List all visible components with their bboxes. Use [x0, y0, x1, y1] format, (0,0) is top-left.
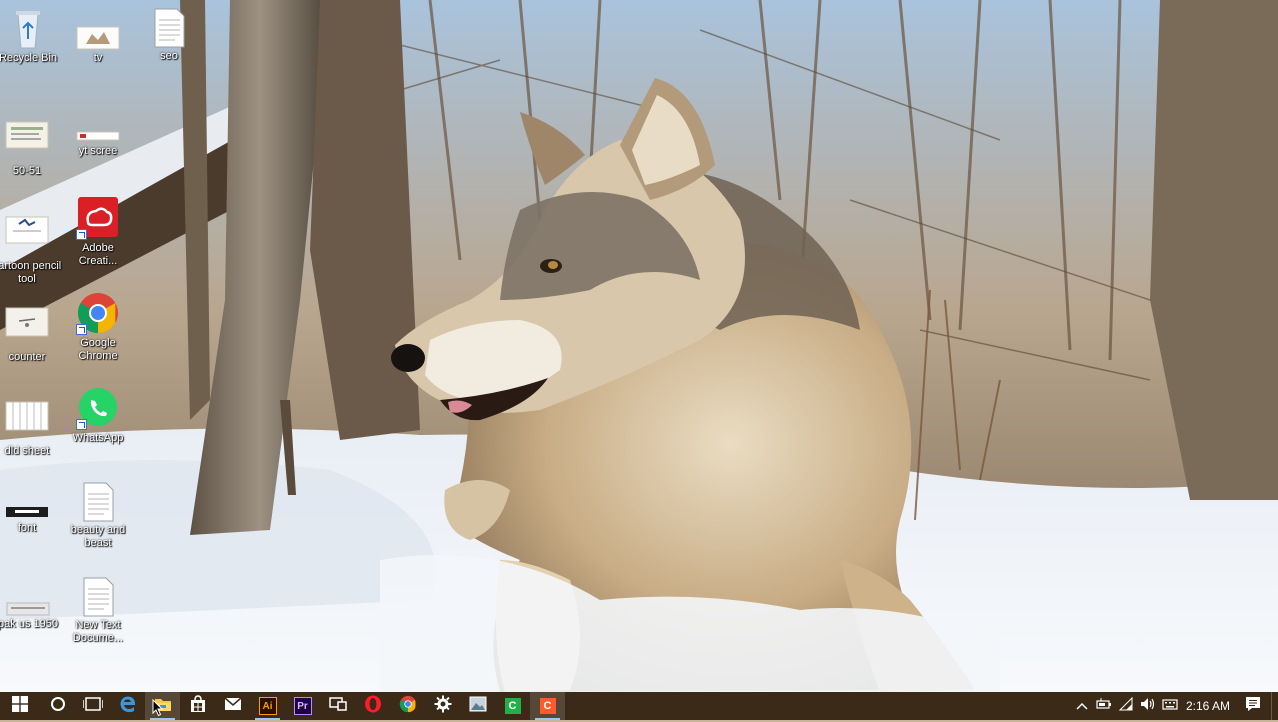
image-thumbnail-icon — [5, 506, 49, 520]
desktop-icon-counter[interactable]: counter — [0, 305, 63, 364]
taskbar-app-mail[interactable] — [215, 692, 250, 720]
desktop-icon-label: WhatsApp — [72, 432, 124, 444]
whatsapp-icon — [76, 386, 120, 430]
mouse-cursor — [152, 698, 164, 717]
desktop-icon-label: font — [17, 522, 37, 534]
desktop-wallpaper — [0, 0, 1278, 692]
windows-start-icon — [12, 695, 28, 717]
store-icon — [189, 694, 207, 718]
desktop-icon-yt-scree[interactable]: yt scree — [62, 131, 134, 158]
chevron-up-icon — [1076, 697, 1088, 715]
desktop-icon-label: pak us 1950 — [0, 618, 58, 630]
task-view-icon — [81, 696, 104, 716]
taskbar-app-store[interactable] — [180, 692, 215, 720]
chrome-icon — [76, 291, 120, 335]
battery-icon — [1096, 697, 1112, 715]
taskbar: Ai Pr C C 2:16 AM — [0, 692, 1278, 720]
taskbar-app-opera[interactable] — [355, 692, 390, 720]
mail-icon — [224, 696, 242, 716]
system-tray: 2:16 AM — [1071, 692, 1278, 720]
cortana-search-icon — [50, 696, 66, 717]
premiere-icon: Pr — [293, 697, 312, 715]
text-document-icon — [76, 577, 120, 617]
taskbar-app-connect[interactable] — [320, 692, 355, 720]
taskbar-app-edge[interactable] — [110, 692, 145, 720]
taskbar-app-camtasia-recorder[interactable]: C — [530, 692, 565, 720]
task-view-button[interactable] — [75, 692, 110, 720]
taskbar-clock[interactable]: 2:16 AM — [1181, 699, 1235, 713]
text-document-icon — [147, 8, 191, 48]
desktop-icon-label: counter — [8, 351, 46, 363]
desktop-icon-beauty-and-beast[interactable]: beauty and beast — [62, 482, 134, 550]
desktop-icon-50-51[interactable]: 50-51 — [0, 119, 63, 178]
camtasia-recorder-icon: C — [539, 698, 556, 714]
taskbar-app-camtasia[interactable]: C — [495, 692, 530, 720]
wifi-icon — [1118, 696, 1134, 716]
tray-battery-button[interactable] — [1093, 692, 1115, 720]
taskbar-app-illustrator[interactable]: Ai — [250, 692, 285, 720]
image-thumbnail-icon — [5, 399, 49, 443]
text-document-icon — [76, 482, 120, 522]
tray-network-button[interactable] — [1115, 692, 1137, 720]
camtasia-icon: C — [504, 698, 521, 714]
desktop-icon-pak-us-1950[interactable]: pak us 1950 — [0, 602, 64, 631]
desktop-icon-label: 50-51 — [12, 165, 42, 177]
tray-input-button[interactable] — [1159, 692, 1181, 720]
image-thumbnail-icon — [76, 26, 120, 50]
desktop-icon-label: New Text Docume... — [72, 619, 124, 644]
photos-icon — [469, 696, 487, 717]
keyboard-icon — [1162, 697, 1178, 715]
desktop-icon-label: Adobe Creati... — [78, 242, 118, 267]
notification-icon — [1245, 696, 1261, 717]
desktop-icon-label: beauty and beast — [70, 524, 126, 549]
recycle-bin-icon — [6, 6, 50, 50]
desktop-icon-font[interactable]: font — [0, 506, 63, 535]
edge-icon — [119, 695, 137, 718]
desktop-icon-label: cartoon pencil tool — [0, 260, 62, 285]
shortcut-arrow-icon — [76, 229, 87, 240]
desktop-icon-tv[interactable]: tv — [62, 26, 134, 65]
desktop-icon-recycle-bin[interactable]: Recycle Bin — [0, 6, 64, 65]
illustrator-icon: Ai — [258, 697, 277, 715]
desktop-icon-google-chrome[interactable]: Google Chrome — [62, 291, 134, 363]
image-thumbnail-icon — [5, 214, 49, 258]
taskbar-app-premiere[interactable]: Pr — [285, 692, 320, 720]
desktop-icon-label: dld sheet — [4, 445, 50, 457]
desktop-icon-seo[interactable]: seo — [133, 8, 205, 63]
desktop-icon-label: seo — [160, 50, 178, 62]
image-thumbnail-icon — [5, 305, 49, 349]
desktop-icon-label: Google Chrome — [78, 337, 118, 362]
desktop-icon-whatsapp[interactable]: WhatsApp — [62, 386, 134, 445]
desktop-icon-adobe-creative-cloud[interactable]: Adobe Creati... — [62, 196, 134, 268]
opera-icon — [364, 695, 382, 718]
desktop-icon-label: tv — [93, 52, 103, 64]
desktop-icon-label: yt scree — [78, 145, 118, 157]
gear-icon — [434, 695, 452, 718]
connect-icon — [328, 696, 347, 717]
desktop-icon-new-text-document[interactable]: New Text Docume... — [62, 577, 134, 645]
image-thumbnail-icon — [76, 131, 120, 143]
cortana-button[interactable] — [40, 692, 75, 720]
desktop-icon-label: Recycle Bin — [0, 52, 58, 64]
shortcut-arrow-icon — [76, 419, 87, 430]
show-hidden-icons-button[interactable] — [1071, 692, 1093, 720]
show-desktop-button[interactable] — [1271, 692, 1278, 720]
desktop-icon-dld-sheet[interactable]: dld sheet — [0, 399, 63, 458]
start-button[interactable] — [0, 692, 40, 720]
taskbar-app-chrome[interactable] — [390, 692, 425, 720]
taskbar-app-settings[interactable] — [425, 692, 460, 720]
shortcut-arrow-icon — [76, 324, 87, 335]
action-center-button[interactable] — [1235, 692, 1271, 720]
image-thumbnail-icon — [6, 602, 50, 616]
desktop-icon-cartoon-pencil-tool[interactable]: cartoon pencil tool — [0, 214, 63, 286]
taskbar-app-photos[interactable] — [460, 692, 495, 720]
tray-volume-button[interactable] — [1137, 692, 1159, 720]
image-thumbnail-icon — [5, 119, 49, 163]
chrome-icon — [399, 695, 417, 718]
adobe-creative-cloud-icon — [76, 196, 120, 240]
speaker-icon — [1140, 697, 1156, 716]
